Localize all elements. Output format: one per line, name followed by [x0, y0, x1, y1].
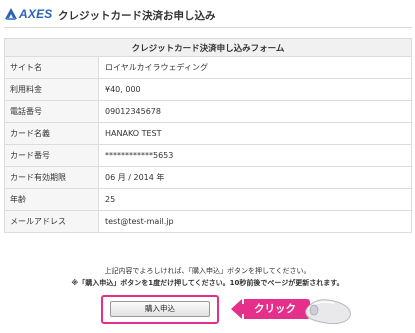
card-holder-value: HANAKO TEST — [98, 122, 412, 145]
table-row: カード名義 HANAKO TEST — [4, 122, 412, 145]
payment-form-table: クレジットカード決済申し込みフォーム サイト名 ロイヤルカイラウェディング 利用… — [4, 38, 412, 233]
logo-text: AXES — [19, 7, 53, 21]
table-row: サイト名 ロイヤルカイラウェディング — [4, 56, 412, 79]
submit-highlight-frame: 購入申込 — [101, 295, 219, 324]
table-row: 利用料金 ¥40, 000 — [4, 78, 412, 101]
email-value: test@test-mail.jp — [98, 210, 412, 233]
card-number-label: カード番号 — [4, 144, 99, 167]
axes-logo-icon — [5, 8, 17, 20]
table-row: 電話番号 09012345678 — [4, 100, 412, 123]
card-expiry-value: 06 月 / 2014 年 — [98, 166, 412, 189]
age-value: 25 — [98, 188, 412, 211]
email-label: メールアドレス — [4, 210, 99, 233]
page-header: AXES クレジットカード決済お申し込み — [0, 0, 415, 28]
mouse-icon — [305, 299, 351, 325]
axes-logo: AXES — [4, 7, 52, 21]
single-press-warning: ※「購入申込」ボタンを1度だけ押してください。10秒前後でページが更新されます。 — [71, 279, 344, 287]
table-row: カード有効期限 06 月 / 2014 年 — [4, 166, 412, 189]
fee-value: ¥40, 000 — [98, 78, 412, 101]
click-label: クリック — [254, 303, 296, 315]
card-number-value: ************5653 — [98, 144, 412, 167]
confirmation-notice: 上記内容でよろしければ、「購入申込」ボタンを押してください。 — [104, 267, 311, 275]
age-label: 年齢 — [4, 188, 99, 211]
phone-label: 電話番号 — [4, 100, 99, 123]
phone-value: 09012345678 — [98, 100, 412, 123]
click-callout: クリック — [231, 298, 311, 320]
table-row: メールアドレス test@test-mail.jp — [4, 210, 412, 233]
table-row: カード番号 ************5653 — [4, 144, 412, 167]
site-name-value: ロイヤルカイラウェディング — [98, 56, 412, 79]
card-holder-label: カード名義 — [4, 122, 99, 145]
header-divider — [4, 27, 412, 28]
table-row: 年齢 25 — [4, 188, 412, 211]
purchase-apply-button[interactable]: 購入申込 — [110, 301, 210, 317]
site-name-label: サイト名 — [4, 56, 99, 79]
card-expiry-label: カード有効期限 — [4, 166, 99, 189]
page-title: クレジットカード決済お申し込み — [58, 10, 216, 22]
fee-label: 利用料金 — [4, 78, 99, 101]
form-heading: クレジットカード決済申し込みフォーム — [4, 38, 412, 57]
